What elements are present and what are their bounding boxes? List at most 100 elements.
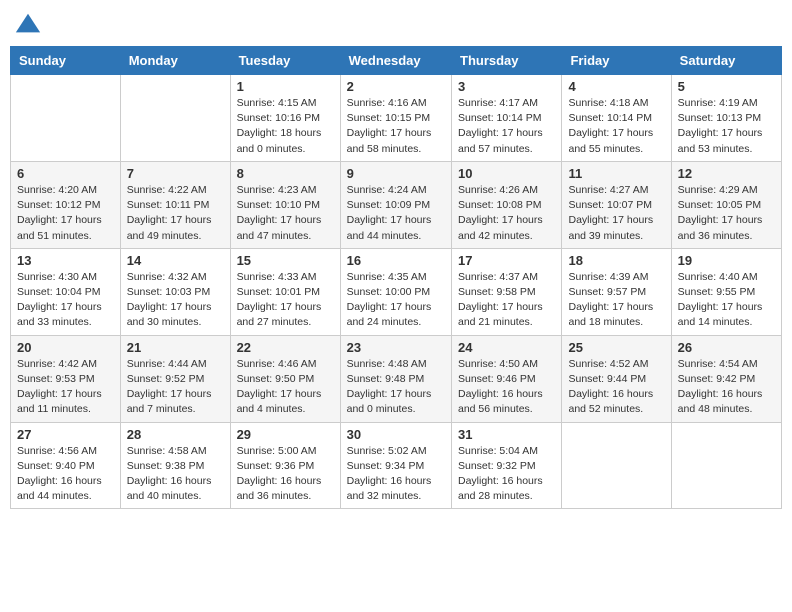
calendar-cell: 18Sunrise: 4:39 AM Sunset: 9:57 PM Dayli…: [562, 248, 671, 335]
day-number: 21: [127, 340, 224, 355]
day-content: Sunrise: 4:19 AM Sunset: 10:13 PM Daylig…: [678, 96, 775, 157]
day-content: Sunrise: 4:18 AM Sunset: 10:14 PM Daylig…: [568, 96, 664, 157]
day-content: Sunrise: 4:50 AM Sunset: 9:46 PM Dayligh…: [458, 357, 555, 418]
day-content: Sunrise: 4:58 AM Sunset: 9:38 PM Dayligh…: [127, 444, 224, 505]
day-content: Sunrise: 4:22 AM Sunset: 10:11 PM Daylig…: [127, 183, 224, 244]
day-number: 10: [458, 166, 555, 181]
calendar-cell: 16 Sunrise: 4:35 AM Sunset: 10:00 PM Dayl…: [340, 248, 451, 335]
day-content: Sunrise: 4:44 AM Sunset: 9:52 PM Dayligh…: [127, 357, 224, 418]
column-header-monday: Monday: [120, 47, 230, 75]
day-content: Sunrise: 4:30 AM Sunset: 10:04 PM Daylig…: [17, 270, 114, 331]
day-content: Sunrise: 4:29 AM Sunset: 10:05 PM Daylig…: [678, 183, 775, 244]
day-number: 20: [17, 340, 114, 355]
calendar-cell: 28 Sunrise: 4:58 AM Sunset: 9:38 PM Dayli…: [120, 422, 230, 509]
calendar-cell: 29 Sunrise: 5:00 AM Sunset: 9:36 PM Dayli…: [230, 422, 340, 509]
day-content: Sunrise: 5:00 AM Sunset: 9:36 PM Dayligh…: [237, 444, 334, 505]
day-content: Sunrise: 4:37 AM Sunset: 9:58 PM Dayligh…: [458, 270, 555, 331]
day-content: Sunrise: 4:42 AM Sunset: 9:53 PM Dayligh…: [17, 357, 114, 418]
calendar-week-row: 6Sunrise: 4:20 AM Sunset: 10:12 PM Dayli…: [11, 161, 782, 248]
day-content: Sunrise: 4:35 AM Sunset: 10:00 PM Daylig…: [347, 270, 445, 331]
logo-icon: [14, 10, 42, 38]
day-number: 27: [17, 427, 114, 442]
day-number: 9: [347, 166, 445, 181]
calendar-week-row: 20 Sunrise: 4:42 AM Sunset: 9:53 PM Dayli…: [11, 335, 782, 422]
day-number: 29: [237, 427, 334, 442]
calendar-cell: 12 Sunrise: 4:29 AM Sunset: 10:05 PM Dayl…: [671, 161, 781, 248]
calendar-cell: 27 Sunrise: 4:56 AM Sunset: 9:40 PM Dayli…: [11, 422, 121, 509]
calendar-cell: 26 Sunrise: 4:54 AM Sunset: 9:42 PM Dayli…: [671, 335, 781, 422]
day-content: Sunrise: 4:48 AM Sunset: 9:48 PM Dayligh…: [347, 357, 445, 418]
day-number: 28: [127, 427, 224, 442]
day-content: Sunrise: 4:40 AM Sunset: 9:55 PM Dayligh…: [678, 270, 775, 331]
calendar-cell: 19Sunrise: 4:40 AM Sunset: 9:55 PM Dayli…: [671, 248, 781, 335]
calendar-table: SundayMondayTuesdayWednesdayThursdayFrid…: [10, 46, 782, 509]
calendar-week-row: 27 Sunrise: 4:56 AM Sunset: 9:40 PM Dayli…: [11, 422, 782, 509]
day-content: Sunrise: 4:24 AM Sunset: 10:09 PM Daylig…: [347, 183, 445, 244]
calendar-cell: 22 Sunrise: 4:46 AM Sunset: 9:50 PM Dayli…: [230, 335, 340, 422]
day-number: 31: [458, 427, 555, 442]
day-number: 30: [347, 427, 445, 442]
calendar-cell: 9 Sunrise: 4:24 AM Sunset: 10:09 PM Dayli…: [340, 161, 451, 248]
calendar-cell: 24 Sunrise: 4:50 AM Sunset: 9:46 PM Dayli…: [452, 335, 562, 422]
calendar-cell: [671, 422, 781, 509]
day-number: 16: [347, 253, 445, 268]
calendar-cell: 2 Sunrise: 4:16 AM Sunset: 10:15 PM Dayli…: [340, 75, 451, 162]
day-number: 23: [347, 340, 445, 355]
day-content: Sunrise: 4:33 AM Sunset: 10:01 PM Daylig…: [237, 270, 334, 331]
calendar-header-row: SundayMondayTuesdayWednesdayThursdayFrid…: [11, 47, 782, 75]
day-number: 18: [568, 253, 664, 268]
column-header-sunday: Sunday: [11, 47, 121, 75]
day-content: Sunrise: 4:27 AM Sunset: 10:07 PM Daylig…: [568, 183, 664, 244]
calendar-cell: 13 Sunrise: 4:30 AM Sunset: 10:04 PM Dayl…: [11, 248, 121, 335]
calendar-cell: [562, 422, 671, 509]
day-number: 8: [237, 166, 334, 181]
calendar-cell: 8 Sunrise: 4:23 AM Sunset: 10:10 PM Dayli…: [230, 161, 340, 248]
calendar-cell: 4Sunrise: 4:18 AM Sunset: 10:14 PM Dayli…: [562, 75, 671, 162]
day-content: Sunrise: 4:17 AM Sunset: 10:14 PM Daylig…: [458, 96, 555, 157]
calendar-cell: 20 Sunrise: 4:42 AM Sunset: 9:53 PM Dayli…: [11, 335, 121, 422]
column-header-thursday: Thursday: [452, 47, 562, 75]
calendar-cell: 7 Sunrise: 4:22 AM Sunset: 10:11 PM Dayli…: [120, 161, 230, 248]
calendar-cell: 17Sunrise: 4:37 AM Sunset: 9:58 PM Dayli…: [452, 248, 562, 335]
calendar-week-row: 13 Sunrise: 4:30 AM Sunset: 10:04 PM Dayl…: [11, 248, 782, 335]
day-content: Sunrise: 5:02 AM Sunset: 9:34 PM Dayligh…: [347, 444, 445, 505]
day-number: 6: [17, 166, 114, 181]
day-number: 5: [678, 79, 775, 94]
day-number: 13: [17, 253, 114, 268]
calendar-cell: [11, 75, 121, 162]
day-number: 1: [237, 79, 334, 94]
day-number: 3: [458, 79, 555, 94]
day-content: Sunrise: 4:54 AM Sunset: 9:42 PM Dayligh…: [678, 357, 775, 418]
logo: [14, 10, 46, 38]
calendar-cell: 25 Sunrise: 4:52 AM Sunset: 9:44 PM Dayli…: [562, 335, 671, 422]
day-content: Sunrise: 4:26 AM Sunset: 10:08 PM Daylig…: [458, 183, 555, 244]
calendar-cell: 3 Sunrise: 4:17 AM Sunset: 10:14 PM Dayli…: [452, 75, 562, 162]
day-number: 26: [678, 340, 775, 355]
day-number: 24: [458, 340, 555, 355]
calendar-cell: 14 Sunrise: 4:32 AM Sunset: 10:03 PM Dayl…: [120, 248, 230, 335]
calendar-cell: 10 Sunrise: 4:26 AM Sunset: 10:08 PM Dayl…: [452, 161, 562, 248]
day-content: Sunrise: 4:15 AM Sunset: 10:16 PM Daylig…: [237, 96, 334, 157]
calendar-cell: 1 Sunrise: 4:15 AM Sunset: 10:16 PM Dayli…: [230, 75, 340, 162]
day-number: 12: [678, 166, 775, 181]
calendar-cell: 11Sunrise: 4:27 AM Sunset: 10:07 PM Dayl…: [562, 161, 671, 248]
calendar-cell: [120, 75, 230, 162]
day-number: 7: [127, 166, 224, 181]
day-content: Sunrise: 4:32 AM Sunset: 10:03 PM Daylig…: [127, 270, 224, 331]
day-content: Sunrise: 4:46 AM Sunset: 9:50 PM Dayligh…: [237, 357, 334, 418]
column-header-wednesday: Wednesday: [340, 47, 451, 75]
column-header-friday: Friday: [562, 47, 671, 75]
calendar-cell: 31 Sunrise: 5:04 AM Sunset: 9:32 PM Dayli…: [452, 422, 562, 509]
day-content: Sunrise: 4:52 AM Sunset: 9:44 PM Dayligh…: [568, 357, 664, 418]
day-content: Sunrise: 4:56 AM Sunset: 9:40 PM Dayligh…: [17, 444, 114, 505]
calendar-cell: 21 Sunrise: 4:44 AM Sunset: 9:52 PM Dayli…: [120, 335, 230, 422]
day-content: Sunrise: 4:23 AM Sunset: 10:10 PM Daylig…: [237, 183, 334, 244]
day-number: 14: [127, 253, 224, 268]
day-content: Sunrise: 5:04 AM Sunset: 9:32 PM Dayligh…: [458, 444, 555, 505]
day-number: 25: [568, 340, 664, 355]
day-number: 2: [347, 79, 445, 94]
day-content: Sunrise: 4:16 AM Sunset: 10:15 PM Daylig…: [347, 96, 445, 157]
calendar-week-row: 1 Sunrise: 4:15 AM Sunset: 10:16 PM Dayli…: [11, 75, 782, 162]
calendar-cell: 30 Sunrise: 5:02 AM Sunset: 9:34 PM Dayli…: [340, 422, 451, 509]
day-number: 22: [237, 340, 334, 355]
